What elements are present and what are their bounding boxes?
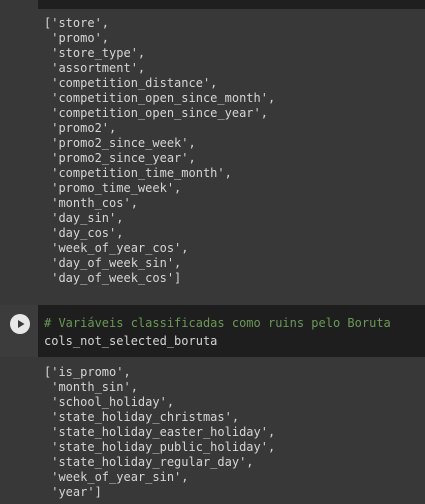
code-cell[interactable]: # Variáveis classificadas como ruins pel… (0, 305, 425, 357)
previous-cell-tail (38, 0, 425, 9)
cell-gutter (0, 305, 38, 357)
cell-output-feature-list: ['store', 'promo', 'store_type', 'assort… (44, 16, 276, 285)
code-comment: # Variáveis classificadas como ruins pel… (44, 316, 391, 330)
cell-output-not-selected-list: ['is_promo', 'month_sin', 'school_holida… (44, 365, 276, 499)
play-icon (18, 320, 25, 328)
code-expression: cols_not_selected_boruta (44, 334, 218, 348)
run-cell-button[interactable] (10, 314, 30, 334)
